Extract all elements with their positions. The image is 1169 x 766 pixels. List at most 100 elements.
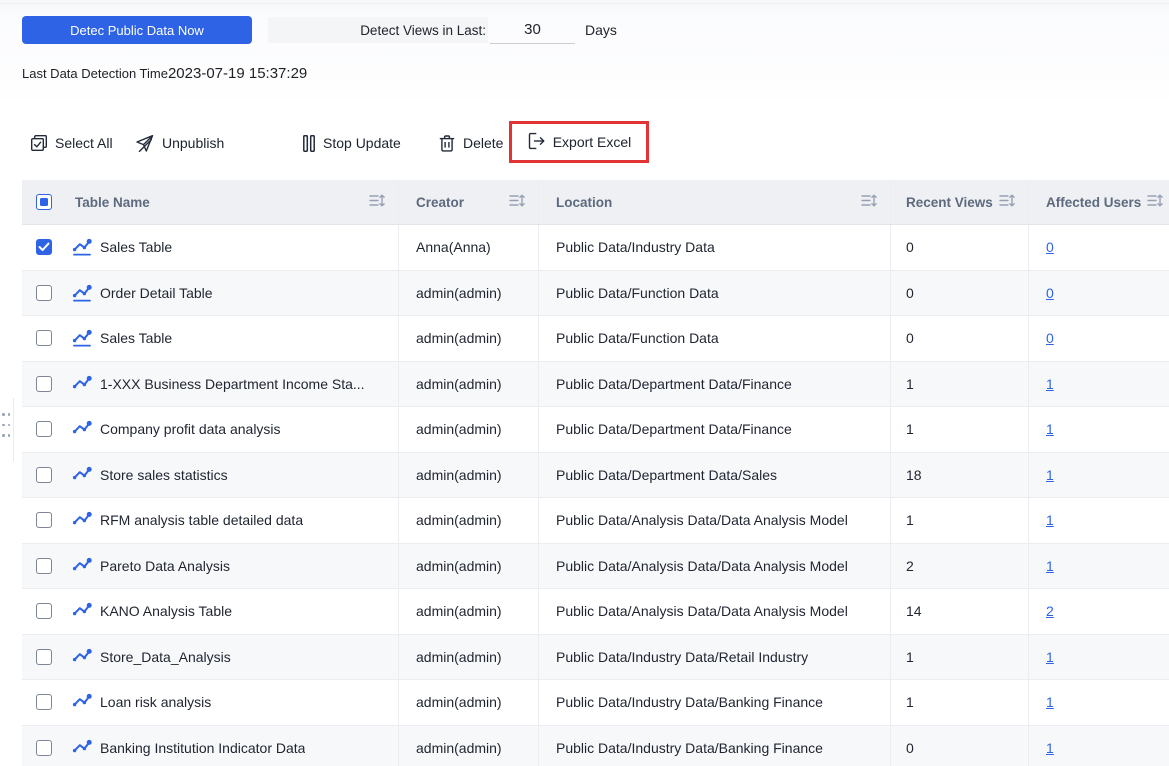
row-checkbox[interactable] (36, 239, 52, 256)
table-name-text[interactable]: Order Detail Table (100, 285, 213, 301)
row-checkbox-cell (22, 635, 66, 680)
affected-users-cell: 1 (1028, 407, 1169, 452)
recent-views-cell: 0 (890, 316, 1028, 361)
table-name-text[interactable]: 1-XXX Business Department Income Sta... (100, 376, 365, 392)
row-checkbox-cell (22, 498, 66, 543)
column-header-location[interactable]: Location (538, 180, 890, 224)
affected-users-link[interactable]: 1 (1046, 740, 1054, 756)
row-checkbox[interactable] (36, 603, 52, 620)
location-cell: Public Data/Analysis Data/Data Analysis … (538, 589, 890, 634)
table-row: Order Detail Table admin(admin) Public Dat… (22, 270, 1169, 316)
stop-update-icon (302, 134, 316, 153)
detect-days-input[interactable] (490, 16, 575, 44)
panel-drag-handle[interactable] (2, 413, 11, 445)
row-checkbox[interactable] (36, 421, 52, 438)
table-name-cell: Loan risk analysis (66, 680, 398, 725)
row-checkbox-cell (22, 362, 66, 407)
row-checkbox-cell (22, 271, 66, 316)
row-checkbox[interactable] (36, 375, 52, 392)
creator-cell: admin(admin) (398, 498, 538, 543)
affected-users-link[interactable]: 1 (1046, 421, 1054, 437)
affected-users-link[interactable]: 2 (1046, 603, 1054, 619)
row-checkbox[interactable] (36, 739, 52, 756)
table-name-text[interactable]: Loan risk analysis (100, 694, 211, 710)
delete-label: Delete (463, 135, 504, 151)
column-header-recent-views[interactable]: Recent Views (890, 180, 1028, 224)
unpublish-button[interactable]: Unpublish (135, 131, 224, 155)
last-detection-value: 2023-07-19 15:37:29 (167, 65, 308, 82)
affected-users-link[interactable]: 0 (1046, 285, 1054, 301)
affected-users-cell: 1 (1028, 452, 1169, 497)
detect-public-data-button[interactable]: Detec Public Data Now (22, 16, 252, 44)
select-all-checkbox[interactable] (36, 194, 52, 210)
affected-users-cell: 0 (1028, 225, 1169, 270)
stop-update-button[interactable]: Stop Update (302, 131, 401, 155)
affected-users-cell: 1 (1028, 680, 1169, 725)
sort-icon[interactable] (999, 194, 1016, 210)
sort-icon[interactable] (861, 194, 878, 210)
chart-line-icon (72, 375, 92, 393)
table-name-text[interactable]: Sales Table (100, 239, 172, 255)
row-checkbox[interactable] (36, 466, 52, 483)
sort-icon[interactable] (369, 194, 386, 210)
column-header-table-name[interactable]: Table Name (66, 180, 398, 224)
top-divider (0, 3, 1169, 4)
row-checkbox[interactable] (36, 694, 52, 711)
export-excel-button[interactable]: Export Excel (509, 121, 649, 163)
chart-line-underline-icon (72, 238, 92, 256)
panel-divider (13, 398, 14, 462)
recent-views-cell: 1 (890, 634, 1028, 679)
unpublish-icon (135, 134, 155, 153)
unpublish-label: Unpublish (162, 135, 225, 151)
chart-line-icon (72, 602, 92, 620)
row-checkbox[interactable] (36, 330, 52, 347)
table-name-text[interactable]: Company profit data analysis (100, 421, 281, 437)
affected-users-cell: 1 (1028, 361, 1169, 406)
column-header-creator[interactable]: Creator (398, 180, 538, 224)
sort-icon[interactable] (1147, 194, 1164, 210)
row-checkbox[interactable] (36, 512, 52, 529)
table-name-cell: Store sales statistics (66, 453, 398, 498)
table-row: Banking Institution Indicator Data admin(… (22, 725, 1169, 766)
affected-users-link[interactable]: 1 (1046, 512, 1054, 528)
chart-line-icon (72, 739, 92, 757)
table-name-text[interactable]: Pareto Data Analysis (100, 558, 230, 574)
table-name-text[interactable]: Sales Table (100, 330, 172, 346)
row-checkbox-cell (22, 453, 66, 498)
select-all-button[interactable]: Select All (30, 131, 113, 155)
delete-button[interactable]: Delete (438, 131, 503, 155)
row-checkbox-cell (22, 407, 66, 452)
affected-users-link[interactable]: 1 (1046, 376, 1054, 392)
location-cell: Public Data/Industry Data/Banking Financ… (538, 680, 890, 725)
table-name-text[interactable]: Store_Data_Analysis (100, 649, 231, 665)
row-checkbox-cell (22, 680, 66, 725)
affected-users-link[interactable]: 1 (1046, 694, 1054, 710)
affected-users-cell: 0 (1028, 316, 1169, 361)
row-checkbox-cell (22, 544, 66, 589)
chart-line-underline-icon (72, 329, 92, 347)
creator-cell: admin(admin) (398, 725, 538, 766)
location-cell: Public Data/Analysis Data/Data Analysis … (538, 498, 890, 543)
sort-icon[interactable] (509, 194, 526, 210)
days-unit-label: Days (585, 22, 617, 38)
affected-users-link[interactable]: 0 (1046, 330, 1054, 346)
location-cell: Public Data/Department Data/Sales (538, 452, 890, 497)
chart-line-icon (72, 466, 92, 484)
affected-users-link[interactable]: 1 (1046, 467, 1054, 483)
table-name-text[interactable]: RFM analysis table detailed data (100, 512, 303, 528)
creator-cell: admin(admin) (398, 407, 538, 452)
row-checkbox[interactable] (36, 648, 52, 665)
table-name-text[interactable]: KANO Analysis Table (100, 603, 232, 619)
location-cell: Public Data/Industry Data/Retail Industr… (538, 634, 890, 679)
column-header-affected-users[interactable]: Affected Users (1028, 180, 1169, 224)
affected-users-link[interactable]: 0 (1046, 239, 1054, 255)
table-name-text[interactable]: Banking Institution Indicator Data (100, 740, 305, 756)
row-checkbox[interactable] (36, 284, 52, 301)
row-checkbox-cell (22, 225, 66, 270)
row-checkbox[interactable] (36, 557, 52, 574)
affected-users-link[interactable]: 1 (1046, 649, 1054, 665)
table-name-cell: Pareto Data Analysis (66, 544, 398, 589)
table-name-text[interactable]: Store sales statistics (100, 467, 228, 483)
affected-users-link[interactable]: 1 (1046, 558, 1054, 574)
column-label: Recent Views (906, 194, 993, 210)
